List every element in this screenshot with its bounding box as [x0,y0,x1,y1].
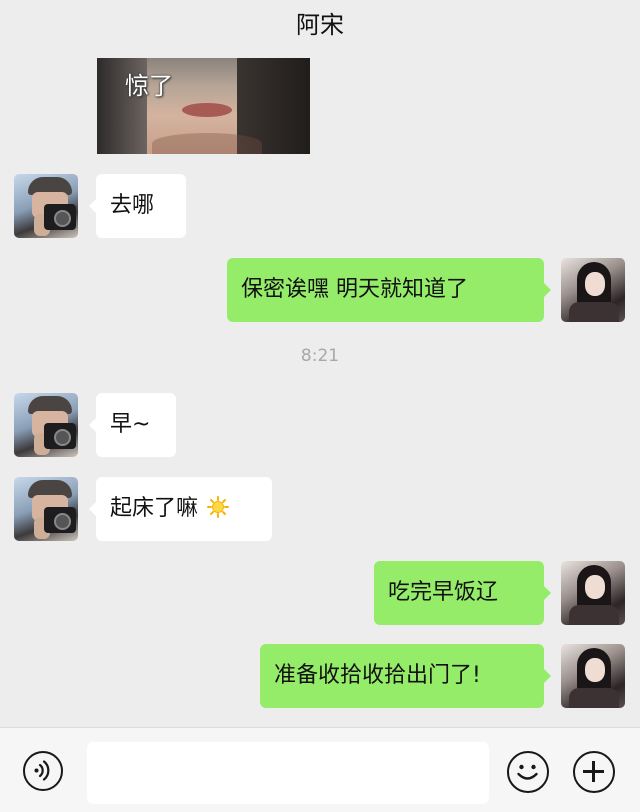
sticker-caption: 惊了 [125,72,173,100]
chat-title: 阿宋 [296,11,344,39]
message-bubble-received[interactable]: 去哪 [89,174,186,238]
sun-icon [207,496,230,518]
message-text: 去哪 [110,193,155,218]
friend-avatar[interactable] [14,174,78,238]
message-text: 吃完早饭辽 [388,580,499,605]
message-text: 早~ [110,412,151,437]
smile-icon[interactable] [507,751,549,793]
plus-icon[interactable] [573,751,615,793]
chat-header: 阿宋 [0,0,640,44]
message-bubble-sent[interactable]: 吃完早饭辽 [374,561,551,625]
friend-avatar[interactable] [14,393,78,457]
message-bubble-received[interactable]: 早~ [89,393,176,457]
message-timestamp: 8:21 [300,346,340,366]
input-bar [0,727,640,812]
sticker-image[interactable]: 惊了 [97,58,310,154]
message-text: 起床了嘛 [110,496,199,521]
message-text: 准备收拾收拾出门了! [274,663,481,688]
message-bubble-received[interactable]: 起床了嘛 [89,477,272,541]
message-text: 保密诶嘿 明天就知道了 [241,277,468,302]
message-bubble-sent[interactable]: 保密诶嘿 明天就知道了 [227,258,551,322]
message-bubble-sent[interactable]: 准备收拾收拾出门了! [260,644,551,708]
message-input[interactable] [87,742,489,804]
friend-avatar[interactable] [14,477,78,541]
my-avatar[interactable] [561,561,625,625]
my-avatar[interactable] [561,644,625,708]
my-avatar[interactable] [561,258,625,322]
voice-icon[interactable] [23,751,63,791]
